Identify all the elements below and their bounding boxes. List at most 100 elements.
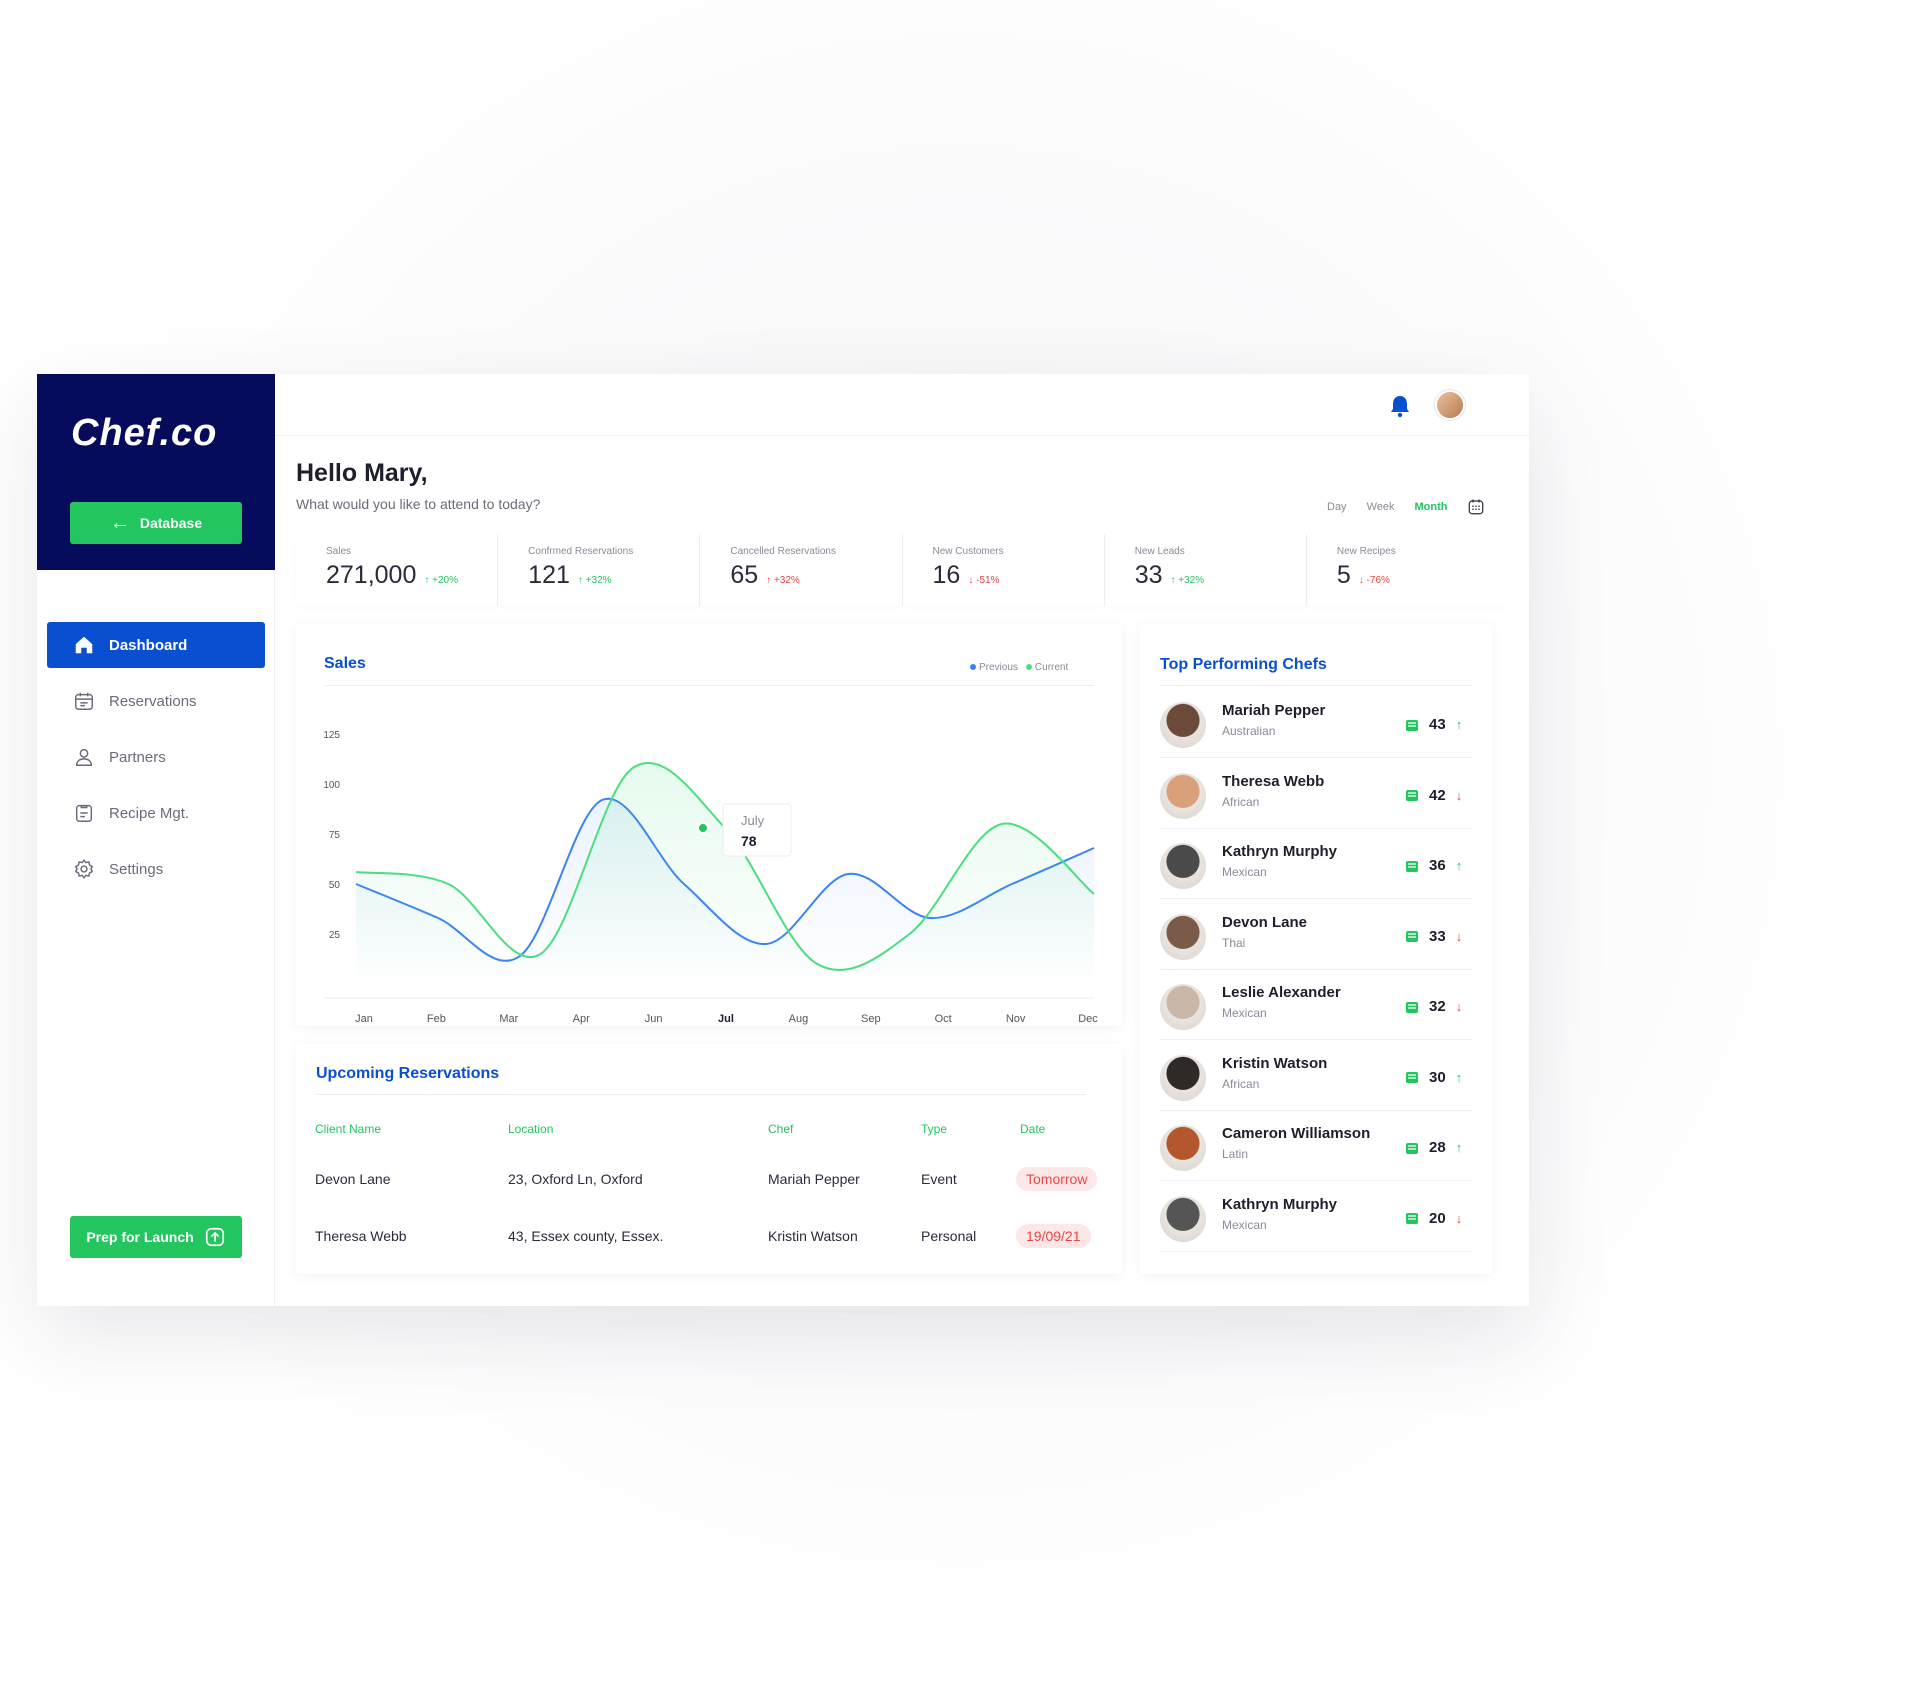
chef-score: 32 ↓ — [1405, 998, 1462, 1015]
chef-name: Devon Lane — [1222, 913, 1308, 931]
card-divider — [1160, 685, 1472, 686]
sidebar-item-label: Recipe Mgt. — [109, 804, 190, 822]
stat-delta: ↑ +20% — [424, 575, 459, 586]
period-week[interactable]: Week — [1367, 501, 1395, 513]
chef-row[interactable]: Devon Lane Thai 33 ↓ — [1160, 900, 1472, 970]
stat-value: 33 — [1134, 561, 1163, 589]
sidebar-item-settings[interactable]: Settings — [47, 846, 265, 892]
chef-row[interactable]: Mariah Pepper Australian 43 ↑ — [1160, 688, 1472, 758]
sidebar-item-dashboard[interactable]: Dashboard — [47, 622, 265, 668]
cell-location: 23, Oxford Ln, Oxford — [508, 1171, 643, 1187]
tooltip-month: July — [741, 813, 765, 828]
stat-delta: ↓ -51% — [968, 575, 1000, 586]
chef-name: Kathryn Murphy — [1222, 1195, 1338, 1213]
clipboard-icon — [75, 804, 93, 822]
chef-score-value: 33 — [1429, 927, 1446, 945]
trend-arrow-icon: ↓ — [1455, 1210, 1463, 1226]
arrow-left-icon: ← — [109, 512, 130, 534]
chef-name: Leslie Alexander — [1222, 984, 1341, 1001]
x-tick-label: Oct — [935, 1013, 952, 1025]
column-header-location[interactable]: Location — [508, 1122, 553, 1136]
chef-hat-icon — [1406, 719, 1418, 731]
chef-row[interactable]: Kathryn Murphy Mexican 20 ↓ — [1160, 1182, 1472, 1252]
user-avatar[interactable] — [1435, 390, 1465, 420]
column-header-type[interactable]: Type — [921, 1122, 947, 1136]
chef-row[interactable]: Leslie Alexander Mexican 32 ↓ — [1160, 970, 1472, 1040]
chef-row[interactable]: Kristin Watson African 30 ↑ — [1160, 1041, 1472, 1111]
chef-score: 42 ↓ — [1405, 787, 1462, 804]
chef-hat-icon — [1406, 1142, 1418, 1154]
tooltip-box — [722, 803, 792, 857]
chef-hat-icon — [1406, 1001, 1418, 1013]
stat-value: 16 — [932, 561, 961, 589]
chef-avatar — [1160, 984, 1206, 1030]
stat-delta: ↑ +32% — [766, 575, 800, 586]
card-divider — [316, 1094, 1086, 1095]
stat-label: Cancelled Reservations — [730, 546, 836, 557]
sidebar-item-reservations[interactable]: Reservations — [47, 678, 265, 724]
stat-value: 271,000 — [326, 561, 417, 589]
stat-card[interactable]: Cancelled Reservations 65 ↑ +32% — [700, 534, 903, 606]
chef-avatar — [1160, 772, 1206, 819]
tooltip-value: 78 — [741, 833, 757, 849]
cell-type: Event — [921, 1171, 957, 1187]
x-tick-label: Jul — [718, 1013, 734, 1025]
sidebar-item-label: Dashboard — [109, 636, 188, 654]
stat-card[interactable]: New Customers 16 ↓ -51% — [903, 534, 1105, 606]
chef-score: 28 ↑ — [1405, 1139, 1462, 1156]
chef-avatar — [1160, 1054, 1206, 1101]
stat-card[interactable]: Confrmed Reservations 121 ↑ +32% — [498, 534, 701, 606]
column-header-chef[interactable]: Chef — [768, 1122, 793, 1136]
trend-arrow-icon: ↓ — [1455, 928, 1463, 944]
stat-card[interactable]: New Recipes 5 ↓ -76% — [1307, 534, 1508, 606]
column-header-client[interactable]: Client Name — [315, 1122, 381, 1136]
chef-row[interactable]: Cameron Williamson Latin 28 ↑ — [1160, 1111, 1472, 1181]
x-tick-label: Jan — [355, 1013, 373, 1025]
database-button[interactable]: ← Database — [70, 502, 242, 544]
y-tick-label: 75 — [329, 830, 341, 841]
stat-label: Sales — [326, 546, 352, 557]
calendar-icon — [75, 692, 93, 710]
x-tick-label: Nov — [1006, 1013, 1026, 1025]
stat-card[interactable]: Sales 271,000 ↑ +20% — [296, 534, 499, 606]
y-tick-label: 125 — [323, 730, 340, 741]
sidebar: Chef.co ← Database Dashboard Reservation… — [37, 374, 275, 1306]
sales-line-chart[interactable]: 25 50 75 100 125 Jan Feb Mar Apr Jun Jul Aug Sep Oct N… — [296, 624, 1122, 1026]
user-icon — [75, 748, 93, 766]
sidebar-item-label: Reservations — [109, 692, 197, 710]
chef-avatar — [1160, 1125, 1206, 1171]
chef-cuisine: Mexican — [1222, 1217, 1267, 1232]
period-month[interactable]: Month — [1414, 501, 1447, 513]
sidebar-item-partners[interactable]: Partners — [47, 734, 265, 780]
stat-card[interactable]: New Leads 33 ↑ +32% — [1105, 534, 1307, 606]
prep-for-launch-button[interactable]: Prep for Launch — [70, 1216, 242, 1258]
x-tick-label: Jun — [645, 1013, 663, 1025]
bell-icon[interactable] — [1389, 394, 1411, 418]
cell-client: Devon Lane — [315, 1171, 391, 1187]
top-bar — [275, 374, 1529, 436]
column-header-date[interactable]: Date — [1020, 1122, 1045, 1136]
chef-avatar — [1160, 913, 1206, 960]
y-tick-label: 100 — [323, 780, 340, 791]
upload-icon — [205, 1227, 224, 1247]
stat-value: 121 — [528, 561, 570, 589]
chef-avatar — [1160, 702, 1206, 748]
prep-for-launch-label: Prep for Launch — [86, 1229, 194, 1245]
calendar-picker-icon[interactable] — [1467, 498, 1485, 516]
chef-row[interactable]: Kathryn Murphy Mexican 36 ↑ — [1160, 829, 1472, 899]
chef-score: 20 ↓ — [1405, 1210, 1462, 1227]
chef-name: Kathryn Murphy — [1222, 843, 1338, 860]
tooltip-point — [697, 822, 709, 834]
date-badge: 19/09/21 — [1016, 1224, 1091, 1248]
x-tick-label: Mar — [499, 1013, 518, 1025]
stat-value: 65 — [730, 561, 759, 589]
home-icon — [75, 636, 93, 654]
chef-score-value: 20 — [1429, 1209, 1446, 1227]
sidebar-item-recipe-mgt[interactable]: Recipe Mgt. — [47, 790, 265, 836]
chef-cuisine: Australian — [1222, 724, 1276, 738]
chef-cuisine: African — [1222, 1076, 1260, 1091]
stat-value: 5 — [1336, 561, 1351, 589]
chef-row[interactable]: Theresa Webb African 42 ↓ — [1160, 759, 1472, 829]
period-day[interactable]: Day — [1327, 501, 1347, 513]
upcoming-reservations-card: Upcoming Reservations Client Name Locati… — [296, 1044, 1122, 1274]
